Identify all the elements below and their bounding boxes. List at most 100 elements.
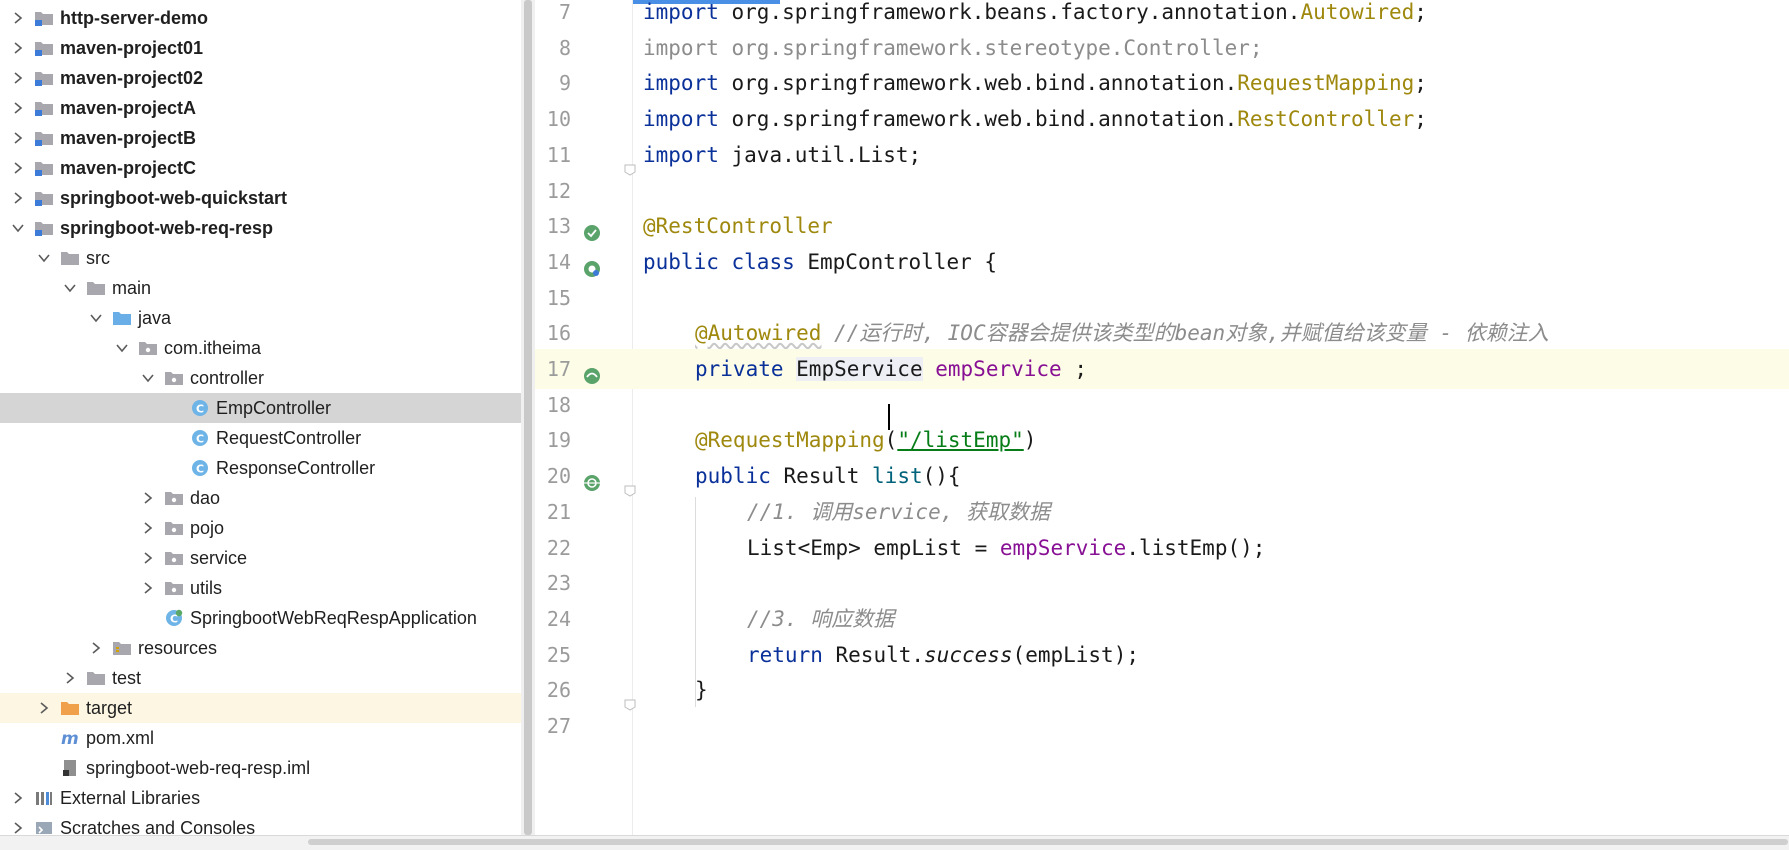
code-token: ( (884, 428, 898, 453)
chevron-down-icon[interactable] (10, 220, 26, 236)
code-line[interactable]: 23 (535, 563, 1789, 603)
chevron-right-icon[interactable] (10, 40, 26, 56)
tree-item[interactable]: com.itheima (0, 333, 521, 363)
tree-item[interactable]: target (0, 693, 521, 723)
autowired-bean-icon[interactable] (582, 359, 602, 384)
tree-scrollbar-thumb[interactable] (524, 0, 532, 835)
chevron-right-icon[interactable] (140, 550, 156, 566)
tree-item[interactable]: resources (0, 633, 521, 663)
tree-item[interactable]: maven-projectB (0, 123, 521, 153)
tree-item[interactable]: C EmpController (0, 393, 521, 423)
code-editor[interactable]: 7 import org.springframework.beans.factor… (535, 0, 1789, 835)
code-token: org.springframework.web.bind.annotation. (731, 107, 1238, 132)
code-line[interactable]: 13 @RestController (535, 206, 1789, 246)
tree-item[interactable]: maven-project01 (0, 33, 521, 63)
chevron-right-icon[interactable] (140, 520, 156, 536)
bean-icon[interactable] (582, 216, 602, 242)
chevron-down-icon[interactable] (36, 250, 52, 266)
code-line[interactable]: 10 import org.springframework.web.bind.an… (535, 99, 1789, 139)
code-line[interactable]: 11 import java.util.List; (535, 135, 1789, 176)
code-line[interactable]: 17 private EmpService empService ; (535, 349, 1789, 389)
tree-item[interactable]: main (0, 273, 521, 303)
fold-marker-icon[interactable] (624, 684, 636, 711)
tree-item[interactable]: test (0, 663, 521, 693)
chevron-right-icon[interactable] (36, 700, 52, 716)
tree-item[interactable]: springboot-web-quickstart (0, 183, 521, 213)
module-folder-icon (34, 189, 54, 207)
code-line[interactable]: 25 return Result.success(empList); (535, 635, 1789, 675)
tree-item[interactable]: pojo (0, 513, 521, 543)
tree-item[interactable]: utils (0, 573, 521, 603)
horizontal-scrollbar[interactable] (0, 835, 1789, 850)
code-line[interactable]: 21 //1. 调用service, 获取数据 (535, 492, 1789, 532)
tree-item[interactable]: springboot-web-req-resp.iml (0, 753, 521, 783)
line-number: 13 (546, 214, 571, 239)
chevron-right-icon[interactable] (140, 580, 156, 596)
code-line[interactable]: 24 //3. 响应数据 (535, 599, 1789, 639)
code-line[interactable]: 26} (535, 670, 1789, 711)
chevron-right-icon[interactable] (88, 640, 104, 656)
code-line[interactable]: 15 (535, 278, 1789, 318)
tree-item[interactable]: src (0, 243, 521, 273)
chevron-down-icon[interactable] (62, 280, 78, 296)
line-number: 15 (546, 285, 571, 310)
bean-class-icon[interactable] (582, 252, 602, 277)
line-number: 21 (546, 499, 571, 524)
tree-item[interactable]: http-server-demo (0, 3, 521, 33)
code-line[interactable]: 27 (535, 706, 1789, 746)
code-token: (){ (922, 464, 961, 489)
code-line[interactable]: 18 (535, 385, 1789, 425)
code-line[interactable]: 14 public class EmpController { (535, 242, 1789, 282)
tree-item[interactable]: Scratches and Consoles (0, 813, 521, 835)
tree-item[interactable]: C RequestController (0, 423, 521, 453)
chevron-right-icon[interactable] (62, 670, 78, 686)
fold-marker-icon[interactable] (624, 149, 636, 176)
web-endpoint-icon[interactable] (582, 466, 602, 492)
tree-item[interactable]: springboot-web-req-resp (0, 213, 521, 243)
tree-item[interactable]: maven-projectC (0, 153, 521, 183)
code-token: @Autowired (695, 321, 822, 346)
code-line[interactable]: 9 import org.springframework.web.bind.ann… (535, 63, 1789, 103)
code-line[interactable]: 19 @RequestMapping("/listEmp") (535, 420, 1789, 460)
tree-item[interactable]: m pom.xml (0, 723, 521, 753)
chevron-down-icon[interactable] (114, 340, 130, 356)
chevron-right-icon[interactable] (10, 790, 26, 806)
chevron-down-icon[interactable] (88, 310, 104, 326)
code-line[interactable]: 20 public Result list(){ (535, 456, 1789, 497)
chevron-right-icon[interactable] (10, 130, 26, 146)
code-token: org.springframework.beans.factory.annota… (731, 0, 1301, 24)
chevron-right-icon[interactable] (10, 100, 26, 116)
class-icon: C (190, 429, 210, 447)
tree-item[interactable]: C ResponseController (0, 453, 521, 483)
chevron-right-icon[interactable] (10, 10, 26, 26)
tree-item[interactable]: C SpringbootWebReqRespApplication (0, 603, 521, 633)
package-icon (164, 579, 184, 597)
chevron-right-icon[interactable] (10, 820, 26, 835)
code-line[interactable]: 16 @Autowired //运行时, IOC容器会提供该类型的bean对象,并… (535, 313, 1789, 353)
tree-item[interactable]: service (0, 543, 521, 573)
fold-marker-icon[interactable] (624, 470, 636, 497)
chevron-right-icon[interactable] (10, 70, 26, 86)
code-line[interactable]: 22 List<Emp> empList = empService.listEmp… (535, 528, 1789, 568)
tree-item[interactable]: External Libraries (0, 783, 521, 813)
tree-item[interactable]: maven-project02 (0, 63, 521, 93)
tree-item[interactable]: dao (0, 483, 521, 513)
line-number: 18 (546, 392, 571, 417)
package-icon (164, 549, 184, 567)
chevron-right-icon[interactable] (140, 490, 156, 506)
line-number: 22 (546, 535, 571, 560)
springboot-app-class-icon: C (164, 609, 184, 627)
line-number: 9 (558, 71, 571, 96)
tree-scrollbar[interactable] (521, 0, 535, 835)
package-icon (164, 369, 184, 387)
line-number: 16 (546, 321, 571, 346)
horizontal-scrollbar-thumb[interactable] (308, 839, 1788, 845)
tree-item[interactable]: java (0, 303, 521, 333)
tree-item[interactable]: maven-projectA (0, 93, 521, 123)
chevron-right-icon[interactable] (10, 190, 26, 206)
code-line[interactable]: 12 (535, 171, 1789, 211)
tree-item[interactable]: controller (0, 363, 521, 393)
chevron-down-icon[interactable] (140, 370, 156, 386)
code-line[interactable]: 8 import org.springframework.stereotype.C… (535, 28, 1789, 68)
chevron-right-icon[interactable] (10, 160, 26, 176)
